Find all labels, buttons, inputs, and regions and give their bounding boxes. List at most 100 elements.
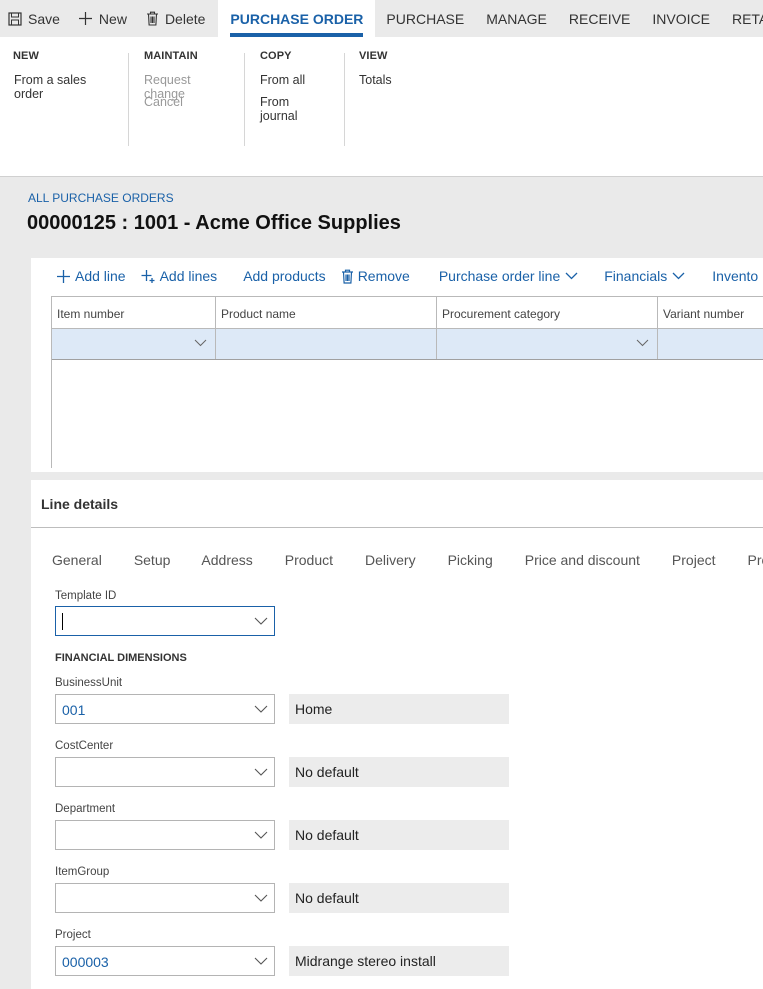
add-products-label: Add products: [243, 268, 326, 284]
tab-purchase[interactable]: PURCHASE: [375, 0, 475, 37]
purchase-order-line-menu[interactable]: Purchase order line: [439, 268, 578, 284]
add-lines-button[interactable]: Add lines: [141, 268, 218, 284]
from-sales-order-button[interactable]: From a sales order: [14, 73, 114, 101]
costcenter-field[interactable]: [55, 757, 275, 787]
tab-label: RECEIVE: [568, 10, 631, 27]
tab-proc[interactable]: Proc: [748, 552, 763, 568]
tab-setup[interactable]: Setup: [134, 552, 171, 568]
tab-picking[interactable]: Picking: [448, 552, 493, 568]
tab-project[interactable]: Project: [672, 552, 716, 568]
procurement-category-cell[interactable]: [437, 329, 658, 359]
tab-retail[interactable]: RETAIL: [721, 0, 763, 37]
tab-receive[interactable]: RECEIVE: [558, 0, 641, 37]
item-number-cell[interactable]: [52, 329, 216, 359]
text-cursor: [62, 613, 63, 630]
ribbon-group-view: VIEW Totals: [344, 37, 444, 176]
inventory-menu[interactable]: Invento: [712, 268, 758, 284]
lines-grid: Item number Product name Procurement cat…: [51, 296, 763, 468]
column-header-product-name[interactable]: Product name: [216, 297, 437, 328]
new-button[interactable]: New: [68, 0, 135, 37]
project-value: 000003: [62, 954, 109, 970]
group-title: MAINTAIN: [144, 50, 198, 62]
chevron-down-icon[interactable]: [254, 768, 268, 777]
tab-label: RETAIL: [731, 10, 763, 27]
businessunit-label: BusinessUnit: [55, 677, 123, 689]
financials-label: Financials: [604, 268, 668, 284]
costcenter-label: CostCenter: [55, 740, 114, 752]
cancel-button[interactable]: Cancel: [144, 95, 230, 117]
breadcrumb[interactable]: ALL PURCHASE ORDERS: [28, 191, 174, 205]
project-field[interactable]: 000003: [55, 946, 275, 976]
action-bar: Save New Delete PURCHASE ORDER PURCHASE …: [0, 0, 763, 37]
itemgroup-field[interactable]: [55, 883, 275, 913]
businessunit-value: 001: [62, 702, 86, 718]
add-lines-label: Add lines: [159, 268, 218, 284]
department-label: Department: [55, 803, 116, 815]
remove-label: Remove: [357, 268, 410, 284]
tab-manage[interactable]: MANAGE: [475, 0, 558, 37]
tab-purchase-order[interactable]: PURCHASE ORDER: [218, 0, 376, 37]
plus-icon: [78, 12, 92, 25]
add-line-button[interactable]: Add line: [56, 268, 126, 284]
line-details-panel: Line details General Setup Address Produ…: [31, 480, 763, 989]
remove-button[interactable]: Remove: [341, 268, 410, 284]
tab-product[interactable]: Product: [285, 552, 333, 568]
line-details-tabs: General Setup Address Product Delivery P…: [52, 552, 763, 568]
product-name-cell[interactable]: [216, 329, 437, 359]
save-icon: [8, 11, 22, 26]
copy-from-journal-button[interactable]: From journal: [260, 95, 330, 123]
itemgroup-label: ItemGroup: [55, 866, 110, 878]
businessunit-description: Home: [289, 694, 509, 724]
tab-general[interactable]: General: [52, 552, 102, 568]
column-header-item-number[interactable]: Item number: [52, 297, 216, 328]
table-row[interactable]: [52, 329, 763, 360]
purchase-order-lines-panel: Add line Add lines Add products Remove P…: [31, 258, 763, 472]
save-label: Save: [28, 10, 60, 27]
chevron-down-icon[interactable]: [254, 957, 268, 966]
grid-header: Item number Product name Procurement cat…: [52, 296, 763, 329]
chevron-down-icon[interactable]: [254, 617, 268, 626]
copy-from-all-button[interactable]: From all: [260, 73, 330, 95]
variant-number-cell[interactable]: [658, 329, 763, 359]
ribbon-group-copy: COPY From all From journal: [244, 37, 344, 176]
tab-delivery[interactable]: Delivery: [365, 552, 416, 568]
chevron-down-icon[interactable]: [254, 705, 268, 714]
delete-button[interactable]: Delete: [135, 0, 213, 37]
add-line-label: Add line: [75, 268, 126, 284]
plus-multiple-icon: [141, 269, 155, 283]
department-field[interactable]: [55, 820, 275, 850]
template-id-label: Template ID: [55, 590, 117, 602]
tab-invoice[interactable]: INVOICE: [641, 0, 721, 37]
project-label: Project: [55, 929, 91, 941]
tab-address[interactable]: Address: [201, 552, 252, 568]
plus-icon: [57, 269, 70, 283]
chevron-down-icon[interactable]: [194, 339, 207, 347]
businessunit-field[interactable]: 001: [55, 694, 275, 724]
column-header-procurement-category[interactable]: Procurement category: [437, 297, 658, 328]
project-description: Midrange stereo install: [289, 946, 509, 976]
financials-menu[interactable]: Financials: [604, 268, 685, 284]
template-id-field[interactable]: [55, 606, 275, 636]
inventory-label: Invento: [712, 268, 759, 284]
trash-icon: [146, 11, 158, 26]
new-label: New: [98, 10, 127, 27]
chevron-down-icon: [672, 272, 685, 280]
chevron-down-icon[interactable]: [254, 831, 268, 840]
chevron-down-icon[interactable]: [254, 894, 268, 903]
tab-label: MANAGE: [486, 10, 547, 27]
line-details-header[interactable]: Line details: [41, 496, 118, 512]
column-header-variant-number[interactable]: Variant number: [658, 297, 763, 328]
itemgroup-description: No default: [289, 883, 509, 913]
totals-button[interactable]: Totals: [359, 73, 430, 95]
request-change-button[interactable]: Request change: [144, 73, 230, 101]
add-products-button[interactable]: Add products: [243, 268, 326, 284]
department-description: No default: [289, 820, 509, 850]
financial-dimensions-heading: FINANCIAL DIMENSIONS: [55, 652, 187, 664]
save-button[interactable]: Save: [0, 0, 68, 37]
tab-price-and-discount[interactable]: Price and discount: [525, 552, 640, 568]
ribbon-group-new: NEW From a sales order: [0, 37, 128, 176]
chevron-down-icon: [565, 272, 578, 280]
ribbon: NEW From a sales order MAINTAIN Request …: [0, 37, 763, 177]
chevron-down-icon[interactable]: [636, 339, 649, 347]
delete-label: Delete: [164, 10, 206, 27]
